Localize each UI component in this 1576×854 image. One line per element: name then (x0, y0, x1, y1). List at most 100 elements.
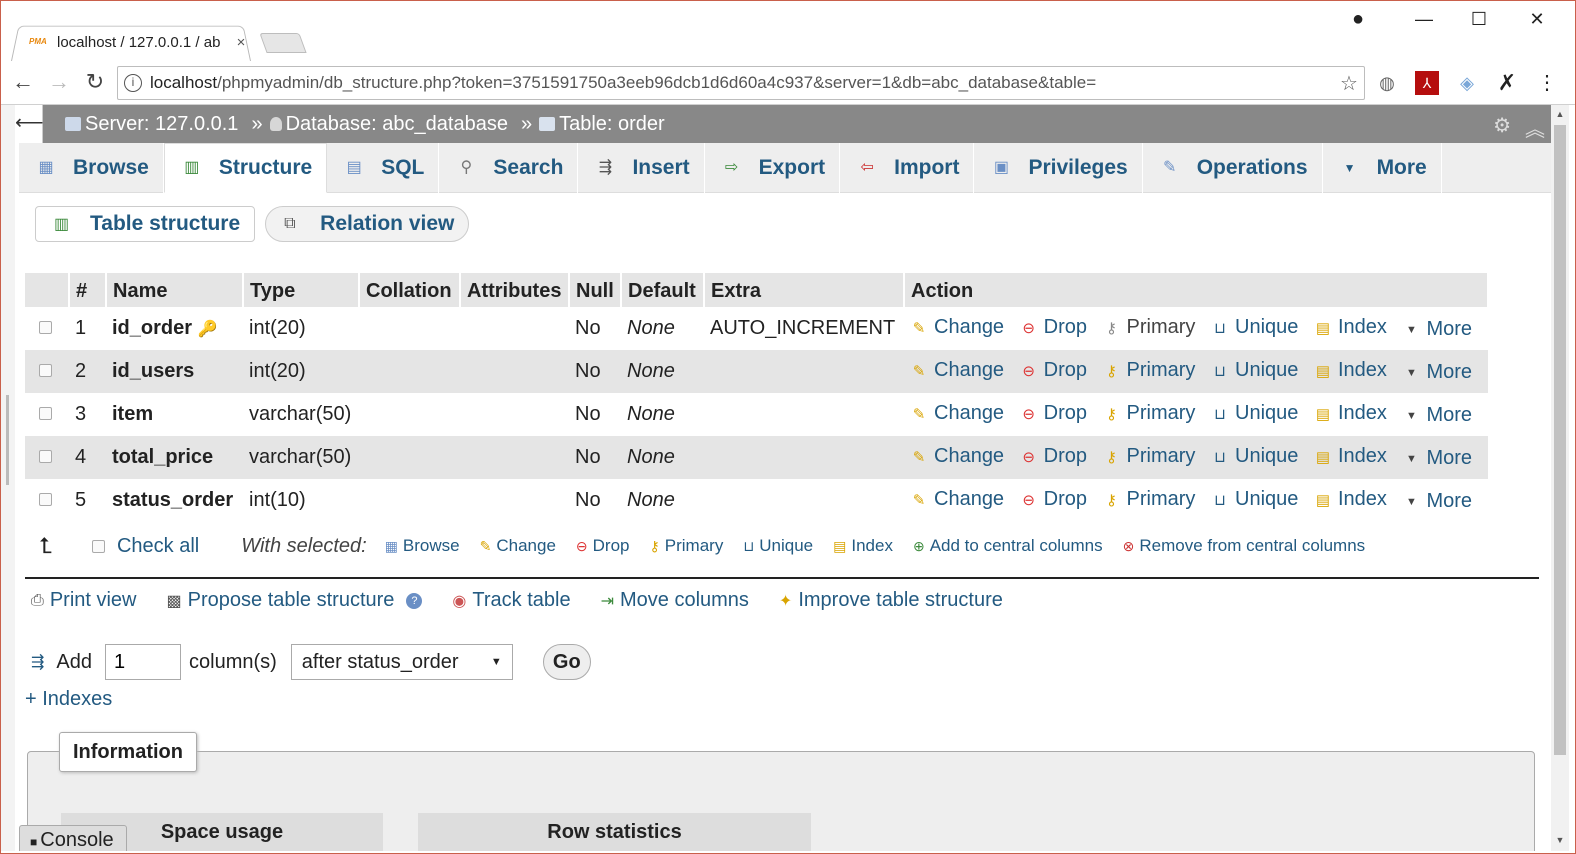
remove-central-columns-button[interactable]: ⊗ Remove from central columns (1123, 536, 1366, 556)
check-all-label[interactable]: Check all (117, 535, 199, 558)
scroll-up-icon[interactable]: ▲ (1551, 109, 1569, 119)
left-panel-handle[interactable] (6, 395, 9, 485)
bulk-drop-button[interactable]: ⊖ Drop (576, 536, 630, 556)
unique-action[interactable]: ⊔ Unique (1211, 402, 1298, 425)
row-checkbox[interactable] (39, 321, 52, 334)
bulk-index-button[interactable]: ▤ Index (833, 536, 893, 556)
tab-privileges[interactable]: ▣ Privileges (974, 143, 1143, 193)
index-action[interactable]: ▤ Index (1314, 316, 1387, 339)
breadcrumb-table[interactable]: Table: order (539, 113, 665, 136)
forward-arrow-icon[interactable]: → (45, 69, 73, 95)
bulk-browse-button[interactable]: ▦ Browse (385, 536, 460, 556)
more-action[interactable]: ▼ More (1402, 490, 1472, 513)
scroll-down-icon[interactable]: ▼ (1551, 835, 1569, 845)
change-action[interactable]: ✎ Change (910, 445, 1004, 468)
index-action[interactable]: ▤ Index (1314, 445, 1387, 468)
print-view-link[interactable]: ⎙ Print view (31, 589, 137, 612)
tab-operations[interactable]: ✎ Operations (1143, 143, 1323, 193)
reload-icon[interactable]: ↻ (81, 69, 109, 95)
track-table-link[interactable]: ◉ Track table (452, 589, 570, 612)
minimize-button[interactable]: — (1413, 9, 1435, 30)
index-action[interactable]: ▤ Index (1314, 488, 1387, 511)
tab-structure[interactable]: ▥ Structure (163, 143, 328, 193)
primary-action[interactable]: ⚷ Primary (1103, 445, 1195, 468)
unique-action[interactable]: ⊔ Unique (1211, 488, 1298, 511)
index-action[interactable]: ▤ Index (1314, 402, 1387, 425)
browser-tab-content[interactable]: PMA localhost / 127.0.0.1 / ab × (29, 31, 249, 53)
primary-action[interactable]: ⚷ Primary (1103, 488, 1195, 511)
go-button[interactable]: Go (542, 644, 591, 680)
add-central-columns-button[interactable]: ⊕ Add to central columns (913, 536, 1103, 556)
unique-action[interactable]: ⊔ Unique (1211, 445, 1298, 468)
settings-gear-icon[interactable]: ⚙ (1493, 113, 1511, 142)
new-tab-button[interactable] (259, 33, 307, 53)
extension-x-icon[interactable]: ✗ (1495, 71, 1519, 95)
more-action[interactable]: ▼ More (1402, 361, 1472, 384)
check-all-checkbox[interactable] (91, 539, 105, 553)
extension-globe-icon[interactable]: ◍ (1375, 71, 1399, 95)
change-action[interactable]: ✎ Change (910, 316, 1004, 339)
column-header[interactable]: Extra (704, 273, 905, 307)
profile-icon[interactable]: ● (1347, 8, 1369, 31)
tab-close-icon[interactable]: × (233, 34, 249, 51)
address-bar[interactable]: i localhost/phpmyadmin/db_structure.php?… (117, 66, 1365, 100)
more-action[interactable]: ▼ More (1402, 404, 1472, 427)
row-checkbox[interactable] (39, 364, 52, 377)
more-action[interactable]: ▼ More (1402, 447, 1472, 470)
column-header[interactable]: Null (569, 273, 622, 307)
tab-search[interactable]: ⚲ Search (439, 143, 579, 193)
scrollbar-thumb[interactable] (1554, 125, 1566, 755)
change-action[interactable]: ✎ Change (910, 402, 1004, 425)
drop-action[interactable]: ⊖ Drop (1020, 316, 1087, 339)
index-action[interactable]: ▤ Index (1314, 359, 1387, 382)
propose-structure-link[interactable]: ▩ Propose table structure? (167, 589, 423, 612)
move-columns-link[interactable]: ⇥ Move columns (601, 589, 749, 612)
info-icon[interactable]: i (124, 74, 142, 92)
improve-structure-link[interactable]: ✦ Improve table structure (779, 589, 1003, 612)
tab-browse[interactable]: ▦ Browse (19, 143, 164, 193)
tab-sql[interactable]: ▤ SQL (327, 143, 440, 193)
collapse-nav-arrow-icon[interactable]: ⟵ (15, 105, 44, 143)
primary-action[interactable]: ⚷ Primary (1103, 402, 1195, 425)
unique-action[interactable]: ⊔ Unique (1211, 359, 1298, 382)
bulk-primary-button[interactable]: ⚷ Primary (650, 536, 724, 556)
drop-action[interactable]: ⊖ Drop (1020, 488, 1087, 511)
extension-image-icon[interactable]: ◈ (1455, 71, 1479, 95)
primary-action[interactable]: ⚷ Primary (1103, 359, 1195, 382)
bulk-change-button[interactable]: ✎ Change (480, 536, 556, 556)
tab-export[interactable]: ⇨ Export (705, 143, 841, 193)
primary-action[interactable]: ⚷ Primary (1103, 316, 1195, 339)
unique-action[interactable]: ⊔ Unique (1211, 316, 1298, 339)
column-header[interactable]: Name (106, 273, 244, 307)
column-header[interactable]: Type (243, 273, 360, 307)
back-arrow-icon[interactable]: ← (9, 69, 37, 95)
tab-import[interactable]: ⇦ Import (840, 143, 975, 193)
console-toggle[interactable]: ■ Console (19, 825, 127, 851)
column-position-select[interactable]: after status_order ▼ (290, 644, 513, 680)
bookmark-star-icon[interactable]: ☆ (1334, 71, 1364, 96)
drop-action[interactable]: ⊖ Drop (1020, 359, 1087, 382)
subtab-table-structure[interactable]: ▥ Table structure (35, 206, 256, 242)
breadcrumb-server[interactable]: Server: 127.0.0.1 (65, 113, 238, 136)
indexes-toggle[interactable]: + Indexes (25, 688, 112, 711)
tab-insert[interactable]: ⇶ Insert (578, 143, 705, 193)
drop-action[interactable]: ⊖ Drop (1020, 445, 1087, 468)
menu-dots-icon[interactable]: ⋮ (1535, 71, 1559, 95)
column-count-input[interactable] (105, 644, 181, 680)
collapse-top-icon[interactable]: ︽ (1525, 113, 1545, 142)
subtab-relation-view[interactable]: ⧉ Relation view (265, 206, 470, 242)
vertical-scrollbar[interactable]: ▲ ▼ (1551, 105, 1569, 851)
url-text[interactable]: localhost/phpmyadmin/db_structure.php?to… (150, 73, 1334, 93)
column-header[interactable]: Collation (359, 273, 461, 307)
help-icon[interactable]: ? (406, 592, 423, 609)
row-checkbox[interactable] (39, 407, 52, 420)
row-checkbox[interactable] (39, 493, 52, 506)
change-action[interactable]: ✎ Change (910, 359, 1004, 382)
bulk-unique-button[interactable]: ⊔ Unique (743, 536, 813, 556)
column-header[interactable]: Attributes (460, 273, 570, 307)
pdf-extension-icon[interactable]: ⅄ (1415, 71, 1439, 95)
close-window-button[interactable]: ✕ (1526, 9, 1548, 30)
change-action[interactable]: ✎ Change (910, 488, 1004, 511)
column-header[interactable]: Default (621, 273, 705, 307)
tab-more[interactable]: ▼ More (1323, 143, 1442, 193)
